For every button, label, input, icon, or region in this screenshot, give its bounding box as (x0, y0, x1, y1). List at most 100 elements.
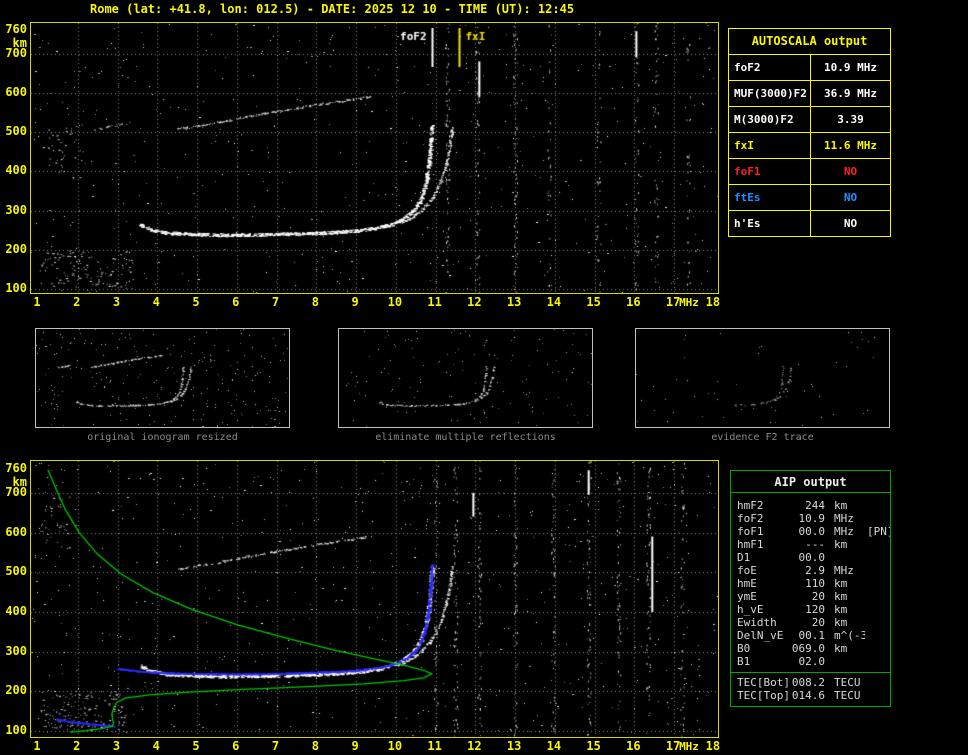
aip-param-name: TEC[Bot] (737, 676, 790, 689)
aip-param-note (865, 655, 890, 668)
autoscala-row: ftEs NO (729, 184, 890, 210)
aip-param-unit: km (834, 499, 848, 512)
autoscala-row: fxI 11.6 MHz (729, 132, 890, 158)
thumbnail-caption-eliminate: eliminate multiple reflections (375, 432, 556, 443)
x-tick-label: 1 (33, 295, 41, 309)
y-tick-label: 700 (5, 484, 27, 499)
autoscala-row: foF2 10.9 MHz (729, 54, 890, 80)
x-tick-label: 8 (311, 295, 319, 309)
autoscala-param-value: 36.9 MHz (824, 87, 877, 100)
aip-row: ymE 20 km (731, 590, 890, 603)
aip-param-name: foF2 (737, 512, 764, 525)
aip-param-note: [PN] (867, 525, 890, 538)
aip-param-value: 00.1 (798, 629, 826, 642)
x-tick-label: 11 (427, 295, 442, 309)
aip-param-value: 014.6 (791, 689, 825, 702)
autoscala-param-label: M(3000)F2 (729, 107, 811, 132)
x-tick-label: 7 (271, 295, 280, 309)
x-tick-label: 11 (427, 739, 442, 753)
aip-param-note (865, 629, 890, 642)
aip-param-unit: km (834, 642, 848, 655)
aip-param-note (865, 676, 890, 689)
aip-param-note (865, 564, 890, 577)
x-tick-label: 3 (112, 295, 121, 309)
aip-param-value: --- (805, 538, 825, 551)
aip-param-value: 20 (811, 590, 825, 603)
aip-row: foF2 10.9 MHz (731, 512, 890, 525)
x-tick-label: 16 (626, 295, 641, 309)
thumbnail-caption-original: original ionogram resized (87, 432, 238, 443)
aip-param-value: 008.2 (791, 676, 825, 689)
aip-param-name: hmE (737, 577, 757, 590)
aip-param-value: 02.0 (798, 655, 826, 668)
aip-param-unit: MHz (834, 525, 854, 538)
aip-param-unit: m^(-3) (834, 629, 865, 642)
y-tick-label: 700 (5, 45, 27, 60)
aip-param-name: h_vE (737, 603, 764, 616)
autoscala-row: h'Es NO (729, 210, 890, 236)
aip-param-name: Ewidth (737, 616, 777, 629)
aip-table-rows: hmF2 244 km foF2 10.9 MHz foF1 00.0 MHz [PN] hmF1 -… (731, 499, 890, 668)
y-tick-label: 500 (5, 564, 27, 579)
autoscala-param-value: NO (843, 191, 858, 204)
aip-tec-separator (731, 672, 890, 673)
aip-row: foF1 00.0 MHz [PN] (731, 525, 890, 538)
x-tick-label: 16 (626, 739, 641, 753)
x-tick-label: 2 (73, 739, 81, 753)
aip-param-note (865, 512, 890, 525)
x-tick-label: 9 (351, 739, 359, 753)
x-axis-unit: MHz (679, 740, 699, 753)
aip-param-unit: km (834, 590, 848, 603)
y-tick-label: 300 (5, 643, 27, 658)
aip-param-name: DelN_vE (737, 629, 784, 642)
x-tick-label: 6 (232, 739, 240, 753)
aip-row: TEC[Bot] 008.2 TECU (731, 676, 890, 689)
aip-param-note (865, 551, 890, 564)
aip-param-unit: km (834, 538, 848, 551)
autoscala-param-value: 10.9 MHz (824, 61, 877, 74)
autoscala-table-rows: foF2 10.9 MHz MUF(3000)F2 36.9 MHz M(3000)F2… (729, 54, 890, 236)
x-tick-label: 14 (546, 739, 562, 753)
aip-param-unit: km (834, 616, 848, 629)
y-tick-label: 400 (5, 163, 27, 178)
aip-param-note (865, 577, 890, 590)
aip-tec-rows: TEC[Bot] 008.2 TECU TEC[Top] 014.6 TECU (731, 676, 890, 702)
top-ionogram-plot (30, 22, 719, 294)
aip-param-unit: TECU (834, 689, 861, 702)
x-tick-label: 4 (152, 295, 160, 309)
autoscala-param-value: NO (843, 217, 858, 230)
aip-param-unit: MHz (834, 512, 854, 525)
aip-param-note (865, 689, 890, 702)
autoscala-param-label: MUF(3000)F2 (729, 81, 811, 106)
aip-param-unit: TECU (834, 676, 861, 689)
thumbnail-caption-evidence: evidence F2 trace (711, 432, 814, 443)
y-tick-label: 400 (5, 603, 27, 618)
aip-param-unit: km (834, 577, 848, 590)
autoscala-param-label: foF1 (729, 159, 811, 184)
aip-row: DelN_vE 00.1 m^(-3) (731, 629, 890, 642)
aip-row: D1 00.0 (731, 551, 890, 564)
x-tick-label: 5 (192, 295, 200, 309)
aip-param-unit (825, 655, 865, 668)
aip-row: h_vE 120 km (731, 603, 890, 616)
aip-row: hmE 110 km (731, 577, 890, 590)
aip-param-name: foE (737, 564, 757, 577)
autoscala-param-value: NO (843, 165, 858, 178)
aip-row: TEC[Top] 014.6 TECU (731, 689, 890, 702)
x-tick-label: 6 (232, 295, 240, 309)
y-tick-label: 500 (5, 124, 27, 139)
x-tick-label: 3 (112, 739, 121, 753)
autoscala-screen: Rome (lat: +41.8, lon: 012.5) - DATE: 20… (0, 0, 968, 755)
aip-row: foE 2.9 MHz (731, 564, 890, 577)
x-tick-label: 12 (467, 739, 482, 753)
y-tick-label: 300 (5, 202, 27, 217)
autoscala-param-value: 3.39 (837, 113, 864, 126)
bottom-ionogram-plot (30, 460, 719, 738)
aip-param-note (865, 642, 890, 655)
thumbnail-evidence-canvas (636, 329, 889, 427)
thumbnail-original-canvas (36, 329, 289, 427)
thumbnail-eliminate-reflections (338, 328, 593, 428)
y-tick-label: 760 (5, 461, 27, 475)
autoscala-param-label: h'Es (729, 211, 811, 236)
aip-param-name: hmF2 (737, 499, 764, 512)
